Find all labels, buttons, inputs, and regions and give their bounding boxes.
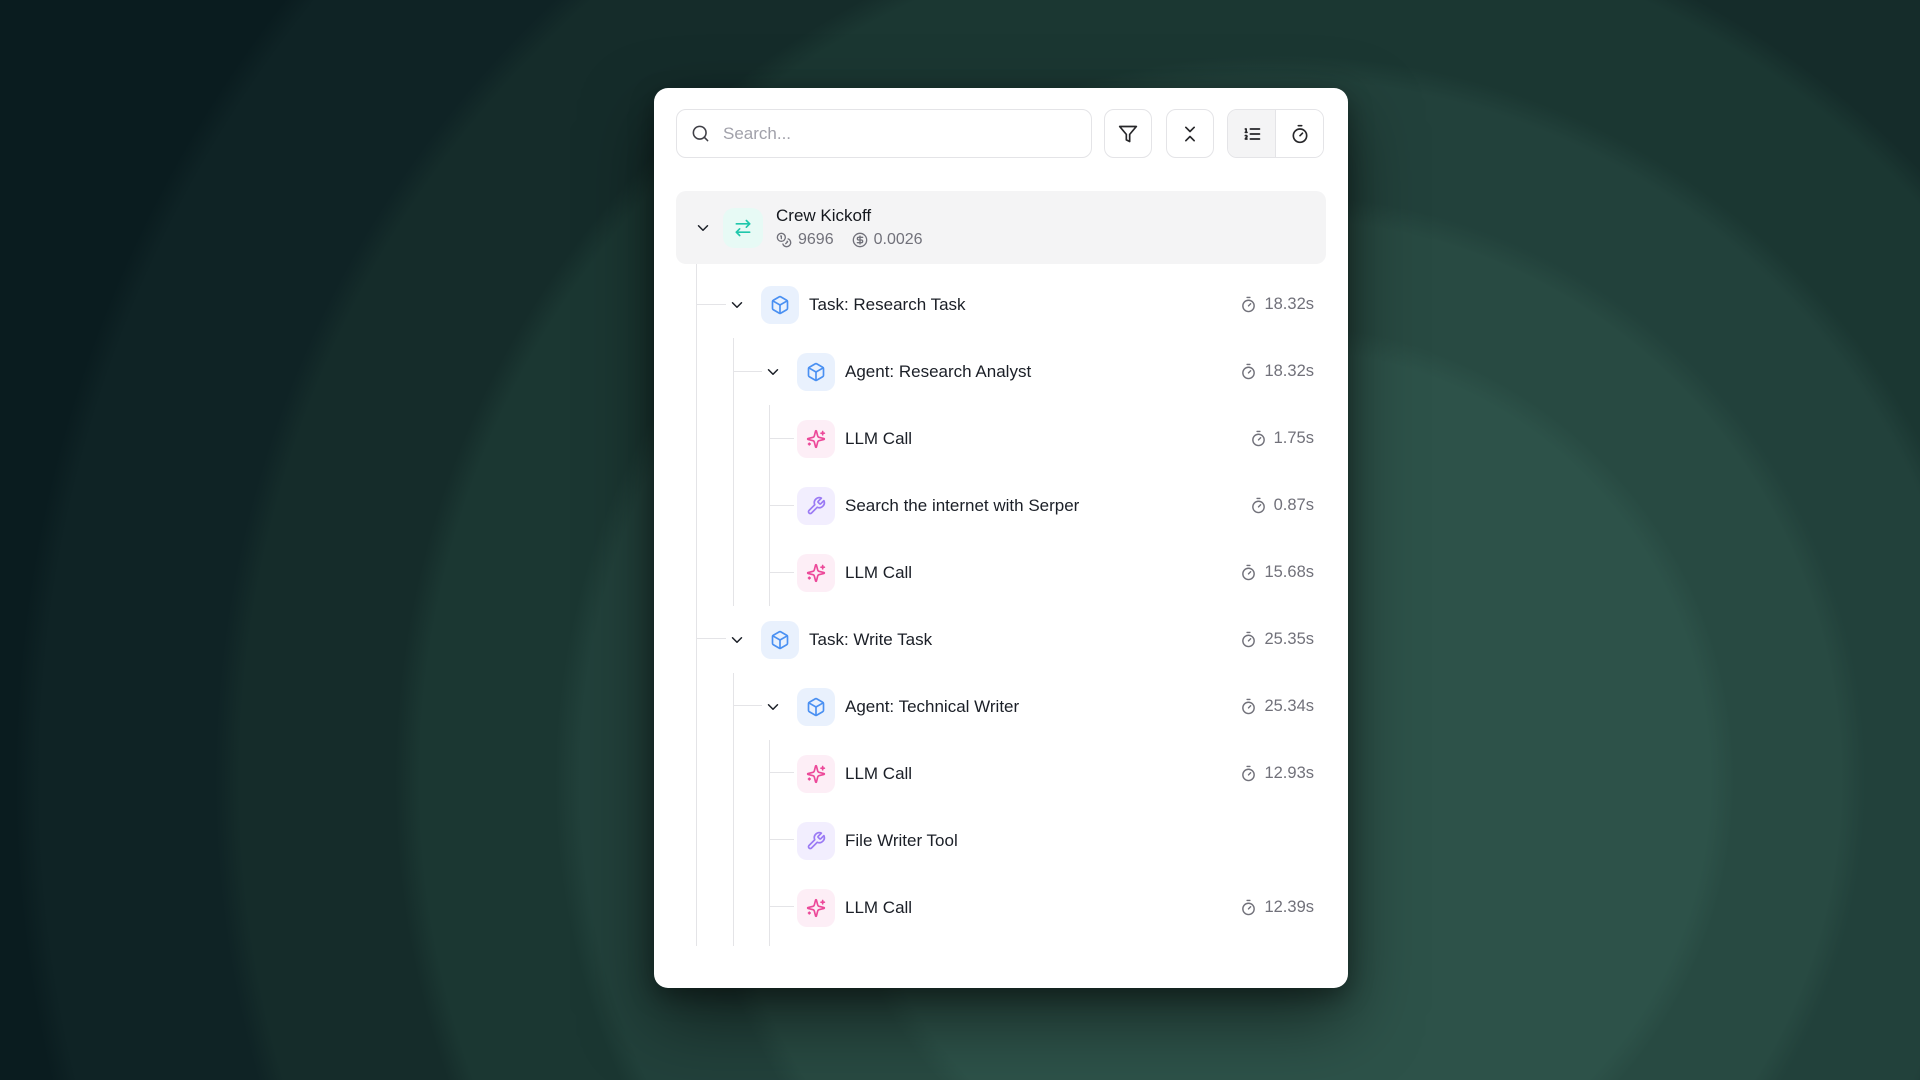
row-duration: 12.39s bbox=[1240, 898, 1314, 917]
row-duration: 15.68s bbox=[1240, 563, 1314, 582]
row-llm-call[interactable]: LLM Call 12.39s bbox=[676, 874, 1326, 941]
arrow-right-left-icon bbox=[723, 208, 763, 248]
row-duration: 0.87s bbox=[1250, 496, 1314, 515]
row-label: Task: Research Task bbox=[809, 295, 966, 315]
cost-badge: 0.0026 bbox=[852, 231, 923, 249]
search-input[interactable] bbox=[676, 109, 1092, 158]
timer-icon bbox=[1250, 430, 1267, 447]
row-label: Task: Write Task bbox=[809, 630, 932, 650]
chevrons-down-up-icon bbox=[1180, 124, 1200, 144]
row-label: Agent: Research Analyst bbox=[845, 362, 1031, 382]
root-badges: 9696 0.0026 bbox=[776, 231, 923, 249]
toolbar bbox=[676, 109, 1326, 158]
box-icon bbox=[761, 286, 799, 324]
timer-icon bbox=[1250, 497, 1267, 514]
search-input-wrapper bbox=[676, 109, 1092, 158]
chevron-down-icon[interactable] bbox=[764, 698, 782, 716]
row-duration: 25.35s bbox=[1240, 630, 1314, 649]
chevron-down-icon[interactable] bbox=[694, 219, 712, 237]
coins-icon bbox=[776, 232, 792, 248]
row-label: Search the internet with Serper bbox=[845, 496, 1079, 516]
trace-root-row[interactable]: Crew Kickoff 9696 0.0026 bbox=[676, 191, 1326, 264]
row-duration: 1.75s bbox=[1250, 429, 1314, 448]
timer-icon bbox=[1240, 631, 1257, 648]
row-file-writer-tool[interactable]: File Writer Tool bbox=[676, 807, 1326, 874]
token-count: 9696 bbox=[798, 231, 834, 249]
timer-icon bbox=[1240, 564, 1257, 581]
row-task-research[interactable]: Task: Research Task 18.32s bbox=[676, 271, 1326, 338]
row-label: File Writer Tool bbox=[845, 831, 958, 851]
trace-tree: Crew Kickoff 9696 0.0026 Task: Research … bbox=[676, 191, 1326, 941]
row-agent-research-analyst[interactable]: Agent: Research Analyst 18.32s bbox=[676, 338, 1326, 405]
row-agent-technical-writer[interactable]: Agent: Technical Writer 25.34s bbox=[676, 673, 1326, 740]
box-icon bbox=[797, 688, 835, 726]
timer-icon bbox=[1240, 698, 1257, 715]
collapse-all-button[interactable] bbox=[1166, 109, 1214, 158]
row-llm-call[interactable]: LLM Call 12.93s bbox=[676, 740, 1326, 807]
chevron-down-icon[interactable] bbox=[728, 631, 746, 649]
timer-icon bbox=[1240, 296, 1257, 313]
row-duration: 12.93s bbox=[1240, 764, 1314, 783]
wrench-icon bbox=[797, 822, 835, 860]
token-count-badge: 9696 bbox=[776, 231, 834, 249]
row-duration: 25.34s bbox=[1240, 697, 1314, 716]
view-toggle bbox=[1227, 109, 1324, 158]
row-serper-tool[interactable]: Search the internet with Serper 0.87s bbox=[676, 472, 1326, 539]
timeline-view-toggle[interactable] bbox=[1276, 110, 1323, 157]
row-label: Agent: Technical Writer bbox=[845, 697, 1019, 717]
box-icon bbox=[797, 353, 835, 391]
trace-title: Crew Kickoff bbox=[776, 206, 923, 226]
sparkles-icon bbox=[797, 554, 835, 592]
chevron-down-icon[interactable] bbox=[764, 363, 782, 381]
sparkles-icon bbox=[797, 889, 835, 927]
row-label: LLM Call bbox=[845, 898, 912, 918]
row-llm-call[interactable]: LLM Call 15.68s bbox=[676, 539, 1326, 606]
box-icon bbox=[761, 621, 799, 659]
timer-icon bbox=[1240, 899, 1257, 916]
row-duration: 18.32s bbox=[1240, 362, 1314, 381]
timer-icon bbox=[1240, 765, 1257, 782]
dollar-sign-icon bbox=[852, 232, 868, 248]
row-task-write[interactable]: Task: Write Task 25.35s bbox=[676, 606, 1326, 673]
search-icon bbox=[691, 124, 710, 143]
wrench-icon bbox=[797, 487, 835, 525]
timer-icon bbox=[1240, 363, 1257, 380]
filter-funnel-icon bbox=[1118, 124, 1138, 144]
list-view-toggle[interactable] bbox=[1228, 110, 1276, 157]
row-label: LLM Call bbox=[845, 764, 912, 784]
sparkles-icon bbox=[797, 755, 835, 793]
list-ordered-icon bbox=[1242, 124, 1262, 144]
filter-button[interactable] bbox=[1104, 109, 1152, 158]
trace-panel: Crew Kickoff 9696 0.0026 Task: Research … bbox=[654, 88, 1348, 988]
chevron-down-icon[interactable] bbox=[728, 296, 746, 314]
row-label: LLM Call bbox=[845, 429, 912, 449]
row-llm-call[interactable]: LLM Call 1.75s bbox=[676, 405, 1326, 472]
row-duration: 18.32s bbox=[1240, 295, 1314, 314]
cost-value: 0.0026 bbox=[874, 231, 923, 249]
row-label: LLM Call bbox=[845, 563, 912, 583]
root-meta: Crew Kickoff 9696 0.0026 bbox=[776, 206, 923, 249]
sparkles-icon bbox=[797, 420, 835, 458]
stopwatch-icon bbox=[1290, 124, 1310, 144]
